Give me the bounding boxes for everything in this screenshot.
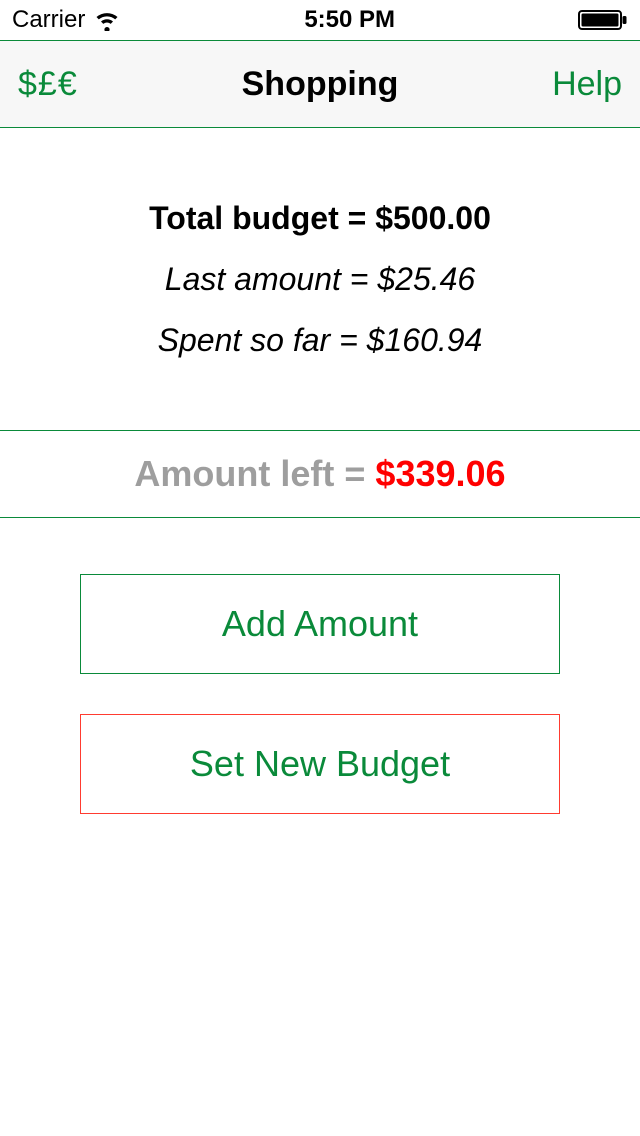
add-amount-button[interactable]: Add Amount: [80, 574, 560, 674]
total-budget-value: $500.00: [375, 200, 491, 236]
currency-button[interactable]: $£€: [18, 65, 78, 104]
last-amount-value: $25.46: [377, 261, 475, 297]
amount-left-label: Amount left =: [134, 453, 365, 495]
set-new-budget-button[interactable]: Set New Budget: [80, 714, 560, 814]
action-buttons: Add Amount Set New Budget: [0, 574, 640, 814]
spent-so-far-line: Spent so far = $160.94: [0, 310, 640, 371]
spent-so-far-label: Spent so far =: [158, 322, 367, 358]
status-right: [578, 9, 628, 31]
budget-summary: Total budget = $500.00 Last amount = $25…: [0, 188, 640, 370]
spent-so-far-value: $160.94: [367, 322, 483, 358]
help-button[interactable]: Help: [552, 65, 622, 104]
last-amount-line: Last amount = $25.46: [0, 249, 640, 310]
total-budget-label: Total budget =: [149, 200, 375, 236]
status-bar: Carrier 5:50 PM: [0, 0, 640, 40]
amount-left-value: $339.06: [375, 453, 505, 495]
page-title: Shopping: [0, 65, 640, 104]
nav-bar: $£€ Shopping Help: [0, 40, 640, 128]
total-budget-line: Total budget = $500.00: [0, 188, 640, 249]
amount-left-section: Amount left = $339.06: [0, 430, 640, 518]
last-amount-label: Last amount =: [165, 261, 378, 297]
wifi-icon: [93, 9, 121, 31]
carrier-label: Carrier: [12, 6, 85, 34]
status-left: Carrier: [12, 6, 121, 34]
main-content: Total budget = $500.00 Last amount = $25…: [0, 128, 640, 814]
battery-icon: [578, 9, 628, 31]
clock-label: 5:50 PM: [304, 6, 395, 34]
